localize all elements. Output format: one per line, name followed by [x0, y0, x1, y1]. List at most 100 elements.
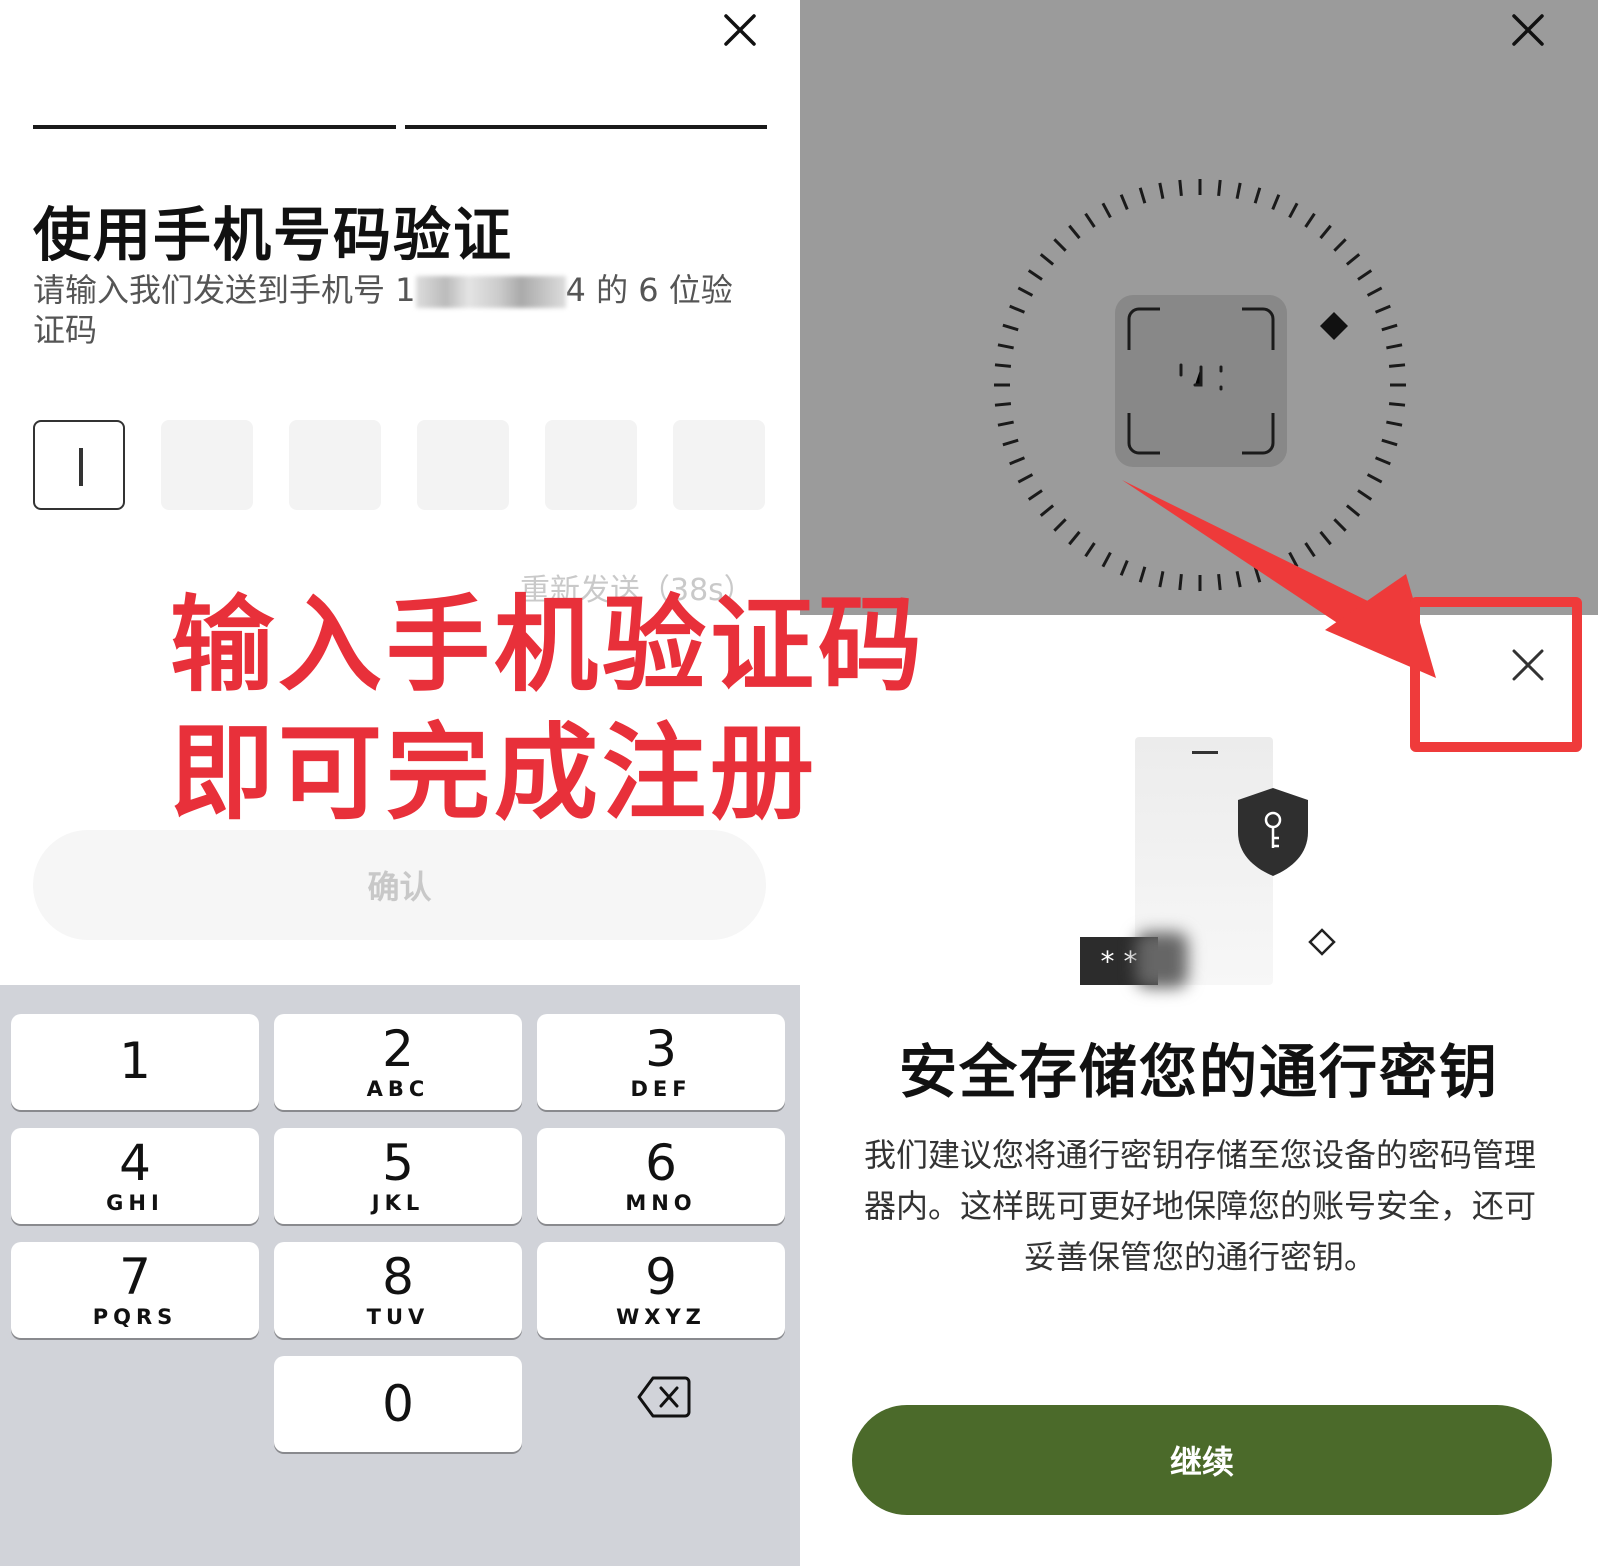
key-digit: 0: [382, 1375, 414, 1433]
key-letters: TUV: [366, 1305, 430, 1329]
key-digit: 4: [119, 1134, 151, 1192]
ring-tick: [1053, 238, 1067, 252]
ring-tick: [1101, 551, 1112, 568]
ring-tick: [1386, 343, 1403, 350]
ring-tick: [1009, 456, 1026, 466]
code-digit-input-5[interactable]: [545, 420, 637, 510]
key-8[interactable]: 8 TUV: [274, 1242, 522, 1338]
page-title: 使用手机号码验证: [33, 201, 514, 269]
ring-tick: [1068, 224, 1081, 240]
ring-tick: [1345, 253, 1361, 266]
key-digit: 8: [382, 1248, 414, 1306]
subtitle-prefix: 请输入我们发送到手机号 1: [33, 271, 416, 309]
key-digit: 3: [645, 1020, 677, 1078]
ring-tick: [1027, 269, 1043, 281]
key-1[interactable]: 1: [11, 1014, 259, 1110]
key-letters: PQRS: [92, 1305, 178, 1329]
key-6[interactable]: 6 MNO: [537, 1128, 785, 1224]
ring-tick: [1039, 253, 1055, 266]
code-digit-input-1[interactable]: [33, 420, 125, 510]
confirm-button[interactable]: 确认: [33, 830, 766, 940]
ring-tick: [1333, 238, 1347, 252]
key-letters: ABC: [366, 1077, 430, 1101]
ring-tick: [1381, 323, 1398, 332]
shield-key-icon: [1238, 788, 1308, 876]
ring-tick: [1271, 194, 1281, 211]
page-subtitle: 请输入我们发送到手机号 14 的 6 位验证码: [33, 270, 753, 350]
key-2[interactable]: 2 ABC: [274, 1014, 522, 1110]
ring-tick: [1158, 182, 1165, 199]
progress-step-2: [405, 125, 767, 129]
key-4[interactable]: 4 GHI: [11, 1128, 259, 1224]
numeric-keypad: 1 2 ABC 3 DEF 4 GHI 5 JKL 6 MNO 7 PQRS 8 TUV 9W…: [0, 985, 800, 1566]
face-scan-icon: [1115, 295, 1287, 467]
ring-tick: [1388, 402, 1406, 407]
ring-tick: [1084, 542, 1096, 558]
close-icon[interactable]: [720, 10, 760, 50]
ring-tick: [1386, 420, 1403, 427]
key-letters: MNO: [625, 1191, 697, 1215]
ring-tick: [994, 363, 1012, 368]
code-digit-input-4[interactable]: [417, 420, 509, 510]
key-digit: 6: [645, 1134, 677, 1192]
key-digit: 5: [382, 1134, 414, 1192]
ring-tick: [1288, 202, 1299, 219]
close-icon[interactable]: [1508, 10, 1548, 50]
passkey-title: 安全存储您的通行密钥: [898, 1038, 1499, 1106]
annotation-line-2: 即可完成注册: [170, 712, 819, 834]
ring-tick: [1053, 518, 1067, 532]
ring-tick: [1119, 194, 1129, 211]
ring-tick: [1002, 323, 1019, 332]
key-7[interactable]: 7 PQRS: [11, 1242, 259, 1338]
key-5[interactable]: 5 JKL: [274, 1128, 522, 1224]
ring-tick: [1319, 224, 1332, 240]
ring-tick: [1017, 473, 1034, 484]
ring-tick: [997, 420, 1014, 427]
ring-tick: [1068, 530, 1081, 546]
ring-tick: [994, 402, 1012, 407]
key-0[interactable]: 0: [274, 1356, 522, 1452]
phone-speaker: [1192, 751, 1218, 754]
ring-tick: [1374, 456, 1391, 466]
backspace-icon[interactable]: [637, 1374, 691, 1420]
code-digit-input-6[interactable]: [673, 420, 765, 510]
ring-tick: [1178, 179, 1183, 197]
ring-tick: [1039, 504, 1055, 517]
code-digit-input-2[interactable]: [161, 420, 253, 510]
ring-tick: [1366, 286, 1383, 297]
small-diamond-icon: [1308, 928, 1336, 956]
ring-tick: [1017, 286, 1034, 297]
progress-step-1: [33, 125, 396, 129]
ring-tick: [997, 343, 1014, 350]
ring-tick: [1388, 363, 1406, 368]
ring-tick: [1002, 438, 1019, 447]
ring-tick: [1253, 187, 1262, 204]
ring-tick: [1217, 179, 1222, 197]
ring-tick: [1084, 212, 1096, 228]
key-letters: JKL: [371, 1191, 425, 1215]
ring-tick: [1304, 212, 1316, 228]
key-letters: DEF: [630, 1077, 692, 1101]
key-9[interactable]: 9 WXYZ: [537, 1242, 785, 1338]
ring-tick: [1235, 182, 1242, 199]
ring-tick: [1027, 489, 1043, 501]
code-digit-input-3[interactable]: [289, 420, 381, 510]
diamond-icon: [1320, 312, 1348, 340]
masked-phone-number: [415, 276, 566, 308]
key-3[interactable]: 3 DEF: [537, 1014, 785, 1110]
blurred-detail: [1136, 932, 1188, 988]
key-digit: 1: [119, 1032, 151, 1090]
key-digit: 9: [645, 1248, 677, 1306]
key-digit: 7: [119, 1248, 151, 1306]
key-letters: WXYZ: [616, 1305, 706, 1329]
ring-tick: [1374, 304, 1391, 314]
ring-tick: [1101, 202, 1112, 219]
key-digit: 2: [382, 1020, 414, 1078]
ring-tick: [1381, 438, 1398, 447]
key-letters: GHI: [106, 1191, 164, 1215]
face-frame-icon: [1127, 307, 1275, 455]
continue-button[interactable]: 继续: [852, 1405, 1552, 1515]
ring-tick: [1138, 187, 1147, 204]
passkey-description: 我们建议您将通行密钥存储至您设备的密码管理器内。这样既可更好地保障您的账号安全，…: [863, 1136, 1536, 1276]
highlight-box: [1410, 597, 1582, 752]
